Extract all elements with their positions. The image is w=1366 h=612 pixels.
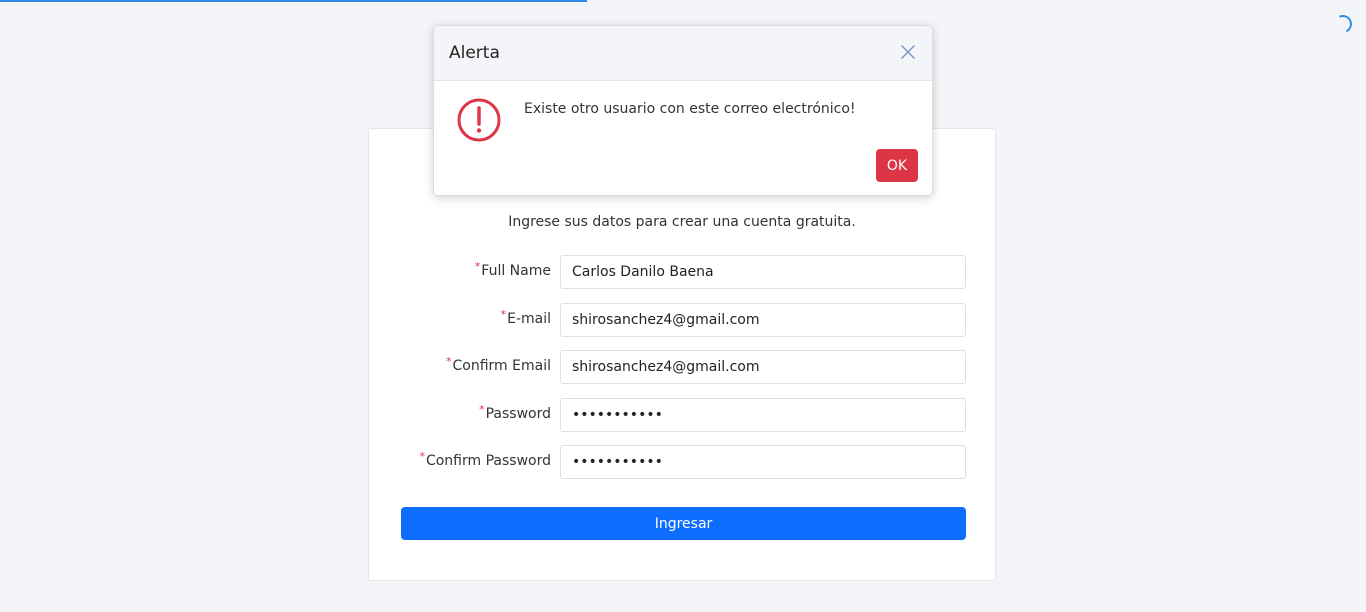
- full-name-row: *Full Name Carlos Danilo Baena: [369, 255, 997, 289]
- email-row: *E-mail shirosanchez4@gmail.com: [369, 303, 997, 337]
- password-row: *Password •••••••••••: [369, 398, 997, 432]
- email-input[interactable]: shirosanchez4@gmail.com: [560, 303, 966, 337]
- full-name-input[interactable]: Carlos Danilo Baena: [560, 255, 966, 289]
- required-mark: *: [500, 308, 507, 321]
- required-mark: *: [474, 260, 481, 273]
- alert-message: Existe otro usuario con este correo elec…: [524, 101, 856, 117]
- required-mark: *: [446, 355, 452, 368]
- submit-button[interactable]: Ingresar: [401, 507, 966, 540]
- full-name-label: *Full Name: [474, 260, 551, 279]
- exclamation-circle-icon: [457, 98, 501, 142]
- alert-dialog-title: Alerta: [449, 43, 500, 63]
- required-mark: *: [419, 450, 425, 463]
- page-loading-progress-bar: [0, 0, 587, 2]
- confirm-email-label: *Confirm Email: [446, 355, 551, 374]
- confirm-password-label: *Confirm Password: [419, 450, 551, 469]
- password-input[interactable]: •••••••••••: [560, 398, 966, 432]
- alert-dialog-header: Alerta: [434, 26, 932, 81]
- close-icon[interactable]: [898, 42, 918, 62]
- email-label: *E-mail: [500, 308, 551, 327]
- alert-dialog: Alerta Existe otro usuario con este corr…: [433, 25, 933, 196]
- confirm-password-row: *Confirm Password •••••••••••: [369, 445, 997, 479]
- confirm-password-input[interactable]: •••••••••••: [560, 445, 966, 479]
- ok-button[interactable]: OK: [876, 149, 918, 182]
- password-label: *Password: [479, 403, 551, 422]
- required-mark: *: [479, 403, 485, 416]
- confirm-email-row: *Confirm Email shirosanchez4@gmail.com: [369, 350, 997, 384]
- form-subtitle: Ingrese sus datos para crear una cuenta …: [508, 214, 856, 230]
- confirm-email-input[interactable]: shirosanchez4@gmail.com: [560, 350, 966, 384]
- loading-spinner-icon: [1331, 12, 1355, 36]
